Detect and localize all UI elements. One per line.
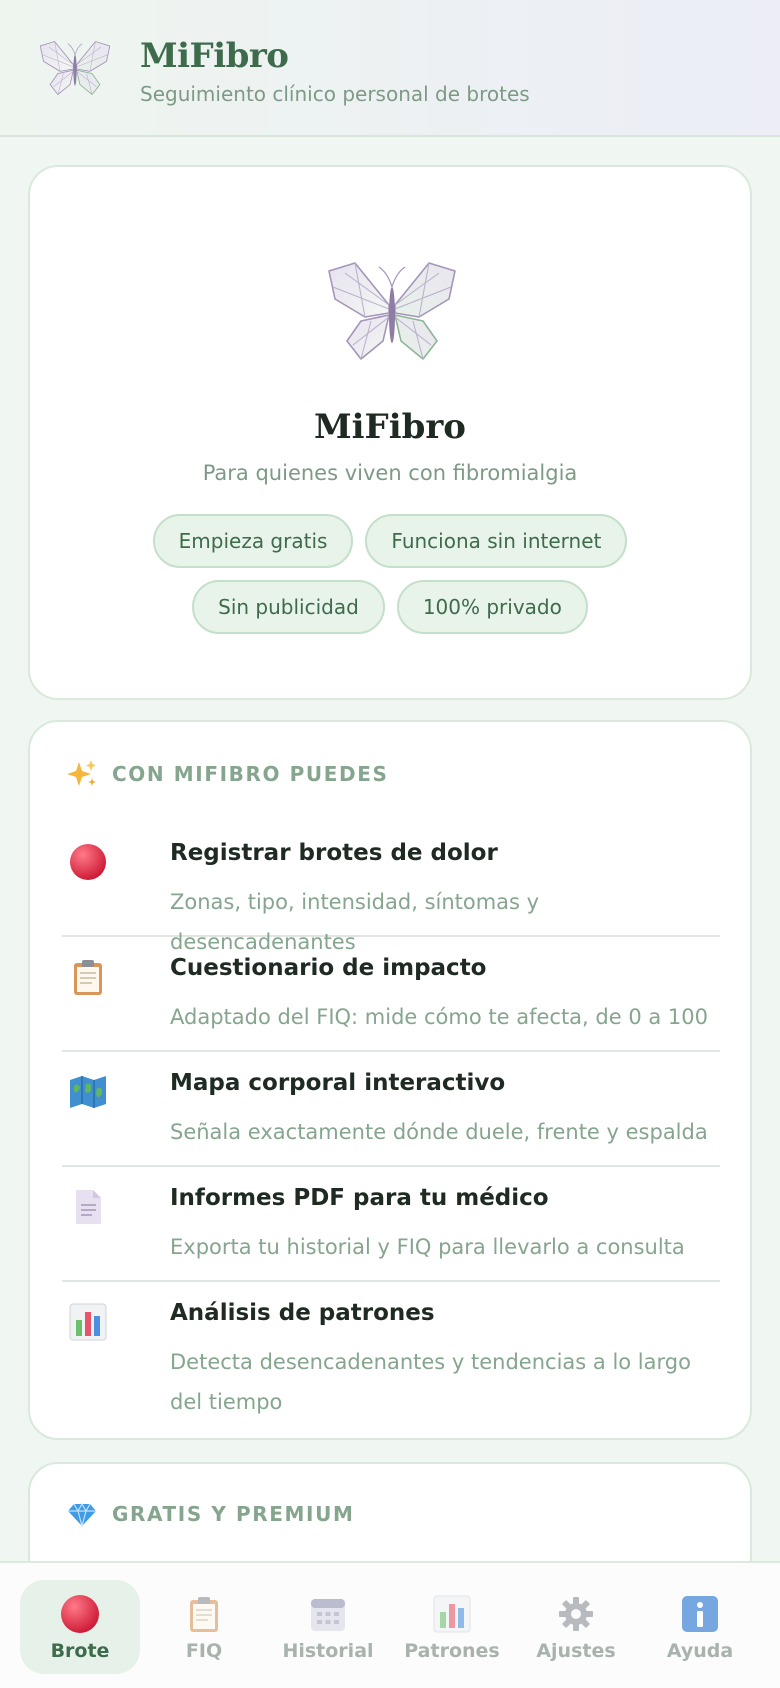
features-header: CON MIFIBRO PUEDES — [66, 758, 388, 790]
bottom-nav: Brote FIQ Historial Patrones Ajustes Ayu… — [0, 1561, 780, 1688]
feature-title: Registrar brotes de dolor — [170, 840, 498, 866]
nav-label: Historial — [282, 1640, 374, 1662]
red-circle-icon — [70, 844, 106, 880]
bar-chart-icon — [69, 1303, 107, 1341]
premium-header: GRATIS Y PREMIUM — [66, 1498, 354, 1530]
hero-subtitle: Para quienes viven con fibromialgia — [202, 461, 578, 485]
chip-row: Sin publicidad 100% privado — [30, 580, 750, 634]
nav-label: Patrones — [404, 1640, 500, 1662]
nav-label: FIQ — [185, 1640, 223, 1662]
chip-offline: Funciona sin internet — [365, 514, 628, 568]
map-icon — [70, 1076, 106, 1108]
nav-item-fiq[interactable]: FIQ — [144, 1580, 264, 1674]
chip-no-ads: Sin publicidad — [192, 580, 385, 634]
hero-card: MiFibro Para quienes viven con fibromial… — [28, 165, 752, 700]
feature-item-questionnaire: Cuestionario de impacto Adaptado del FIQ… — [62, 937, 720, 1052]
chip-private: 100% privado — [396, 580, 588, 634]
document-icon — [76, 1190, 101, 1224]
butterfly-icon — [38, 38, 112, 98]
hero-title: MiFibro — [314, 407, 466, 447]
clipboard-icon — [74, 960, 102, 995]
feature-item-flares: Registrar brotes de dolor Zonas, tipo, i… — [62, 822, 720, 954]
nav-item-ayuda[interactable]: Ayuda — [640, 1580, 760, 1674]
app-subtitle: Seguimiento clínico personal de brotes — [140, 82, 530, 106]
feature-item-pdf-reports: Informes PDF para tu médico Exporta tu h… — [62, 1167, 720, 1282]
section-label: CON MIFIBRO PUEDES — [112, 762, 389, 786]
app-header: MiFibro Seguimiento clínico personal de … — [0, 0, 780, 137]
feature-title: Cuestionario de impacto — [170, 955, 487, 981]
gear-icon — [559, 1597, 593, 1631]
calendar-icon — [311, 1599, 345, 1631]
feature-desc: Adaptado del FIQ: mide cómo te afecta, d… — [170, 1005, 708, 1029]
nav-item-brote[interactable]: Brote — [20, 1580, 140, 1674]
chip-row: Empieza gratis Funciona sin internet — [30, 514, 750, 568]
butterfly-icon — [325, 259, 459, 363]
nav-label: Brote — [50, 1640, 110, 1662]
nav-item-ajustes[interactable]: Ajustes — [516, 1580, 636, 1674]
feature-title: Mapa corporal interactivo — [170, 1070, 506, 1096]
features-card: CON MIFIBRO PUEDES Registrar brotes de d… — [28, 720, 752, 1440]
nav-item-historial[interactable]: Historial — [268, 1580, 388, 1674]
chip-free: Empieza gratis — [152, 514, 354, 568]
section-label: GRATIS Y PREMIUM — [112, 1502, 355, 1526]
feature-desc: Exporta tu historial y FIQ para llevarlo… — [170, 1235, 685, 1259]
sparkles-icon — [67, 760, 96, 786]
feature-desc: Detecta desencadenantes y tendencias a l… — [170, 1350, 691, 1414]
feature-desc: Señala exactamente dónde duele, frente y… — [170, 1120, 708, 1144]
red-circle-icon — [61, 1595, 99, 1633]
nav-label: Ajustes — [536, 1640, 616, 1662]
feature-title: Análisis de patrones — [170, 1300, 435, 1326]
feature-item-patterns: Análisis de patrones Detecta desencadena… — [62, 1282, 720, 1432]
app-title: MiFibro — [140, 36, 289, 76]
nav-item-patrones[interactable]: Patrones — [392, 1580, 512, 1674]
clipboard-icon — [190, 1597, 218, 1632]
nav-label: Ayuda — [666, 1640, 734, 1662]
feature-title: Informes PDF para tu médico — [170, 1185, 549, 1211]
gem-icon — [68, 1502, 96, 1529]
bar-chart-icon — [433, 1595, 471, 1633]
feature-item-body-map: Mapa corporal interactivo Señala exactam… — [62, 1052, 720, 1167]
info-icon — [682, 1596, 718, 1632]
